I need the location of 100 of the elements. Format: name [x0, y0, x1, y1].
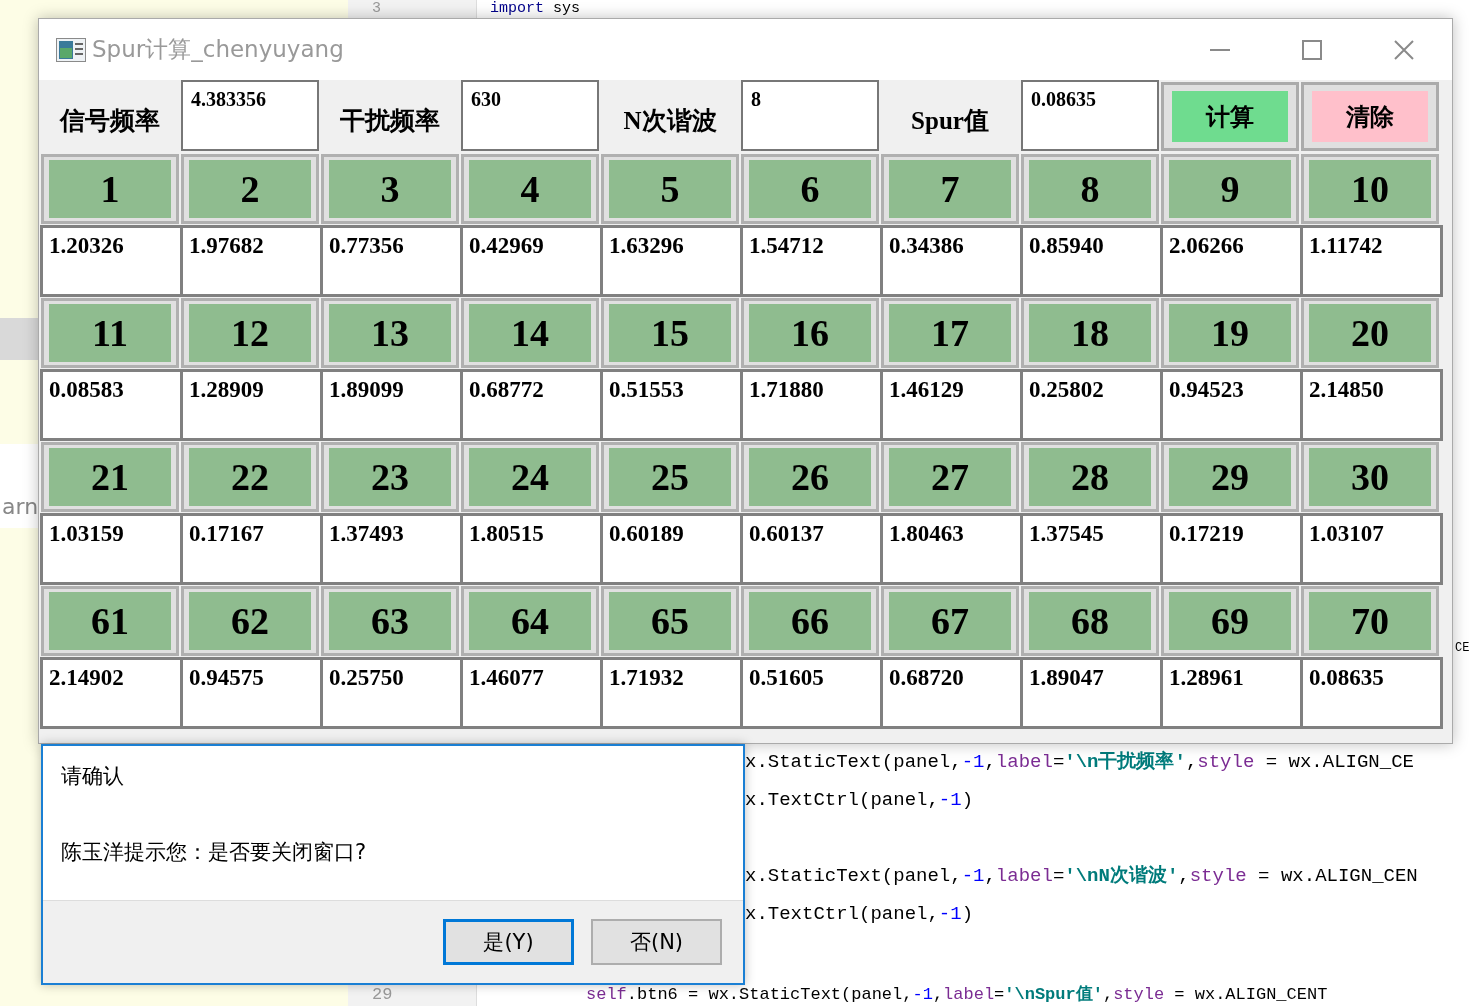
window-title: Spur计算_chenyuyang: [92, 35, 344, 64]
result-field[interactable]: 1.37545: [1020, 513, 1163, 585]
harmonic-number: 20: [1309, 304, 1431, 362]
result-field[interactable]: 0.94523: [1160, 369, 1303, 441]
harmonic-number: 13: [329, 304, 451, 362]
harmonic-number: 4: [469, 160, 591, 218]
result-field[interactable]: 0.17167: [180, 513, 323, 585]
result-field[interactable]: 1.28961: [1160, 657, 1303, 729]
harmonic-number: 61: [49, 592, 171, 650]
harmonic-number: 67: [889, 592, 1011, 650]
harmonic-number: 18: [1029, 304, 1151, 362]
result-field[interactable]: 0.60189: [600, 513, 743, 585]
harmonic-number: 28: [1029, 448, 1151, 506]
result-field[interactable]: 0.34386: [880, 225, 1023, 297]
result-field[interactable]: 0.68720: [880, 657, 1023, 729]
harmonic-number: 1: [49, 160, 171, 218]
maximize-icon[interactable]: [1300, 37, 1324, 62]
harmonic-number: 10: [1309, 160, 1431, 218]
result-field[interactable]: 1.20326: [40, 225, 183, 297]
harmonic-number: 30: [1309, 448, 1431, 506]
field-label: 信号频率: [60, 106, 160, 136]
harmonic-number: 63: [329, 592, 451, 650]
harmonic-number: 69: [1169, 592, 1291, 650]
app-icon: [56, 37, 86, 62]
result-field[interactable]: 0.51553: [600, 369, 743, 441]
harmonic-number: 2: [189, 160, 311, 218]
dialog-button[interactable]: 是(Y): [443, 919, 574, 965]
harmonic-number: 16: [749, 304, 871, 362]
input-field[interactable]: 630: [461, 80, 599, 151]
result-field[interactable]: 0.85940: [1020, 225, 1163, 297]
harmonic-number: 23: [329, 448, 451, 506]
result-field[interactable]: 1.46129: [880, 369, 1023, 441]
harmonic-number: 62: [189, 592, 311, 650]
code-line: x.TextCtrl(panel,-1): [745, 788, 974, 813]
side-panel-band: [0, 318, 40, 360]
result-field[interactable]: 1.03107: [1300, 513, 1443, 585]
result-field[interactable]: 1.80515: [460, 513, 603, 585]
result-field[interactable]: 0.08583: [40, 369, 183, 441]
result-field[interactable]: 0.77356: [320, 225, 463, 297]
harmonic-number: 3: [329, 160, 451, 218]
harmonic-number: 22: [189, 448, 311, 506]
result-field[interactable]: 1.89099: [320, 369, 463, 441]
harmonic-number: 21: [49, 448, 171, 506]
harmonic-number: 29: [1169, 448, 1291, 506]
line-number: 29: [372, 985, 393, 1005]
harmonic-number: 27: [889, 448, 1011, 506]
code-line: x.StaticText(panel,-1,label='\n干扰频率',style = wx.ALIGN_CE: [745, 749, 1414, 775]
harmonic-number: 12: [189, 304, 311, 362]
result-field[interactable]: 0.25802: [1020, 369, 1163, 441]
input-field[interactable]: 8: [741, 80, 879, 151]
field-label: N次谐波: [623, 106, 717, 136]
input-field[interactable]: 4.383356: [181, 80, 319, 151]
action-button[interactable]: 计算: [1172, 91, 1288, 142]
result-field[interactable]: 1.11742: [1300, 225, 1443, 297]
harmonic-number: 19: [1169, 304, 1291, 362]
action-button[interactable]: 清除: [1312, 91, 1428, 142]
result-field[interactable]: 0.42969: [460, 225, 603, 297]
dialog-button[interactable]: 否(N): [591, 919, 722, 965]
result-field[interactable]: 0.08635: [1300, 657, 1443, 729]
result-field[interactable]: 1.89047: [1020, 657, 1163, 729]
harmonic-number: 11: [49, 304, 171, 362]
dialog-title: 请确认: [61, 763, 125, 790]
field-label: Spur值: [911, 106, 989, 136]
result-field[interactable]: 0.25750: [320, 657, 463, 729]
result-field[interactable]: 0.68772: [460, 369, 603, 441]
harmonic-number: 9: [1169, 160, 1291, 218]
harmonic-number: 70: [1309, 592, 1431, 650]
result-field[interactable]: 1.97682: [180, 225, 323, 297]
result-field[interactable]: 0.51605: [740, 657, 883, 729]
harmonic-number: 15: [609, 304, 731, 362]
harmonic-number: 7: [889, 160, 1011, 218]
result-field[interactable]: 1.80463: [880, 513, 1023, 585]
harmonic-number: 64: [469, 592, 591, 650]
result-field[interactable]: 1.46077: [460, 657, 603, 729]
harmonic-number: 25: [609, 448, 731, 506]
result-field[interactable]: 1.28909: [180, 369, 323, 441]
code-line: import sys: [490, 0, 581, 17]
result-field[interactable]: 1.54712: [740, 225, 883, 297]
harmonic-number: 8: [1029, 160, 1151, 218]
code-line: x.StaticText(panel,-1,label='\nN次谐波',style = wx.ALIGN_CEN: [745, 864, 1418, 889]
result-field[interactable]: 1.71932: [600, 657, 743, 729]
code-line: self.btn6 = wx.StaticText(panel,-1,label='\nSpur值',style = wx.ALIGN_CENT: [586, 985, 1328, 1005]
line-number: 3: [372, 0, 381, 17]
close-icon[interactable]: [1392, 37, 1416, 62]
result-field[interactable]: 0.60137: [740, 513, 883, 585]
result-field[interactable]: 2.14902: [40, 657, 183, 729]
result-field[interactable]: 1.03159: [40, 513, 183, 585]
dialog-message: 陈玉洋提示您：是否要关闭窗口?: [61, 839, 368, 866]
code-line: CE: [1455, 640, 1469, 657]
result-field[interactable]: 0.94575: [180, 657, 323, 729]
result-field[interactable]: 2.14850: [1300, 369, 1443, 441]
harmonic-number: 6: [749, 160, 871, 218]
result-field[interactable]: 1.63296: [600, 225, 743, 297]
result-field[interactable]: 2.06266: [1160, 225, 1303, 297]
input-field[interactable]: 0.08635: [1021, 80, 1159, 151]
harmonic-number: 66: [749, 592, 871, 650]
result-field[interactable]: 1.37493: [320, 513, 463, 585]
result-field[interactable]: 1.71880: [740, 369, 883, 441]
result-field[interactable]: 0.17219: [1160, 513, 1303, 585]
harmonic-number: 14: [469, 304, 591, 362]
